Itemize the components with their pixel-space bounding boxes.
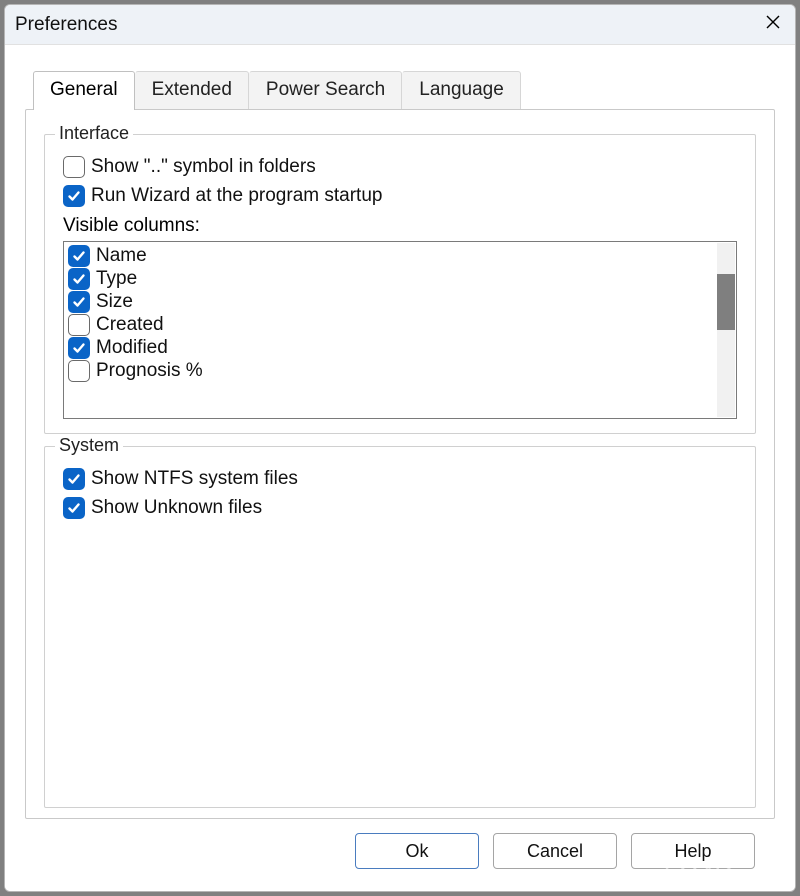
- column-row: Type: [68, 268, 714, 290]
- column-checkbox[interactable]: [68, 314, 90, 336]
- close-button[interactable]: [751, 5, 795, 45]
- button-bar: Ok Cancel Help: [25, 819, 775, 883]
- show-dotdot-label[interactable]: Show ".." symbol in folders: [91, 156, 316, 178]
- cancel-button[interactable]: Cancel: [493, 833, 617, 869]
- column-label[interactable]: Size: [96, 291, 133, 313]
- interface-legend: Interface: [55, 123, 133, 144]
- ok-button[interactable]: Ok: [355, 833, 479, 869]
- show-dotdot-checkbox[interactable]: [63, 156, 85, 178]
- titlebar: Preferences: [5, 5, 795, 45]
- tab-power-search[interactable]: Power Search: [249, 71, 402, 109]
- system-group: System Show NTFS system files Show Unkno…: [44, 446, 756, 808]
- window-title: Preferences: [15, 14, 751, 36]
- column-label[interactable]: Type: [96, 268, 137, 290]
- column-row: Prognosis %: [68, 360, 714, 382]
- visible-columns-items: Name Type Size Created: [68, 244, 714, 383]
- column-label[interactable]: Created: [96, 314, 164, 336]
- column-checkbox[interactable]: [68, 360, 90, 382]
- run-wizard-row: Run Wizard at the program startup: [63, 185, 737, 207]
- show-unknown-checkbox[interactable]: [63, 497, 85, 519]
- help-button[interactable]: Help: [631, 833, 755, 869]
- tab-extended[interactable]: Extended: [135, 71, 249, 109]
- visible-columns-caption: Visible columns:: [63, 215, 737, 237]
- close-icon: [766, 15, 780, 34]
- dialog-body: General Extended Power Search Language I…: [5, 45, 795, 891]
- column-row: Modified: [68, 337, 714, 359]
- preferences-dialog: Preferences General Extended Power Searc…: [4, 4, 796, 892]
- scrollbar-thumb[interactable]: [717, 274, 735, 330]
- system-legend: System: [55, 435, 123, 456]
- column-checkbox[interactable]: [68, 245, 90, 267]
- column-row: Name: [68, 245, 714, 267]
- show-ntfs-label[interactable]: Show NTFS system files: [91, 468, 298, 490]
- column-label[interactable]: Name: [96, 245, 147, 267]
- tab-panel-general: Interface Show ".." symbol in folders Ru…: [25, 109, 775, 819]
- tab-general[interactable]: General: [33, 71, 135, 110]
- show-unknown-row: Show Unknown files: [63, 497, 737, 519]
- column-label[interactable]: Modified: [96, 337, 168, 359]
- column-checkbox[interactable]: [68, 268, 90, 290]
- show-dotdot-row: Show ".." symbol in folders: [63, 156, 737, 178]
- run-wizard-checkbox[interactable]: [63, 185, 85, 207]
- column-checkbox[interactable]: [68, 337, 90, 359]
- scrollbar-track[interactable]: [717, 243, 735, 417]
- tab-row: General Extended Power Search Language: [25, 71, 775, 109]
- show-unknown-label[interactable]: Show Unknown files: [91, 497, 262, 519]
- visible-columns-list[interactable]: Name Type Size Created: [63, 241, 737, 419]
- show-ntfs-row: Show NTFS system files: [63, 468, 737, 490]
- column-label[interactable]: Prognosis %: [96, 360, 203, 382]
- show-ntfs-checkbox[interactable]: [63, 468, 85, 490]
- tab-language[interactable]: Language: [402, 71, 521, 109]
- column-row: Size: [68, 291, 714, 313]
- column-row: Created: [68, 314, 714, 336]
- run-wizard-label[interactable]: Run Wizard at the program startup: [91, 185, 382, 207]
- column-checkbox[interactable]: [68, 291, 90, 313]
- interface-group: Interface Show ".." symbol in folders Ru…: [44, 134, 756, 434]
